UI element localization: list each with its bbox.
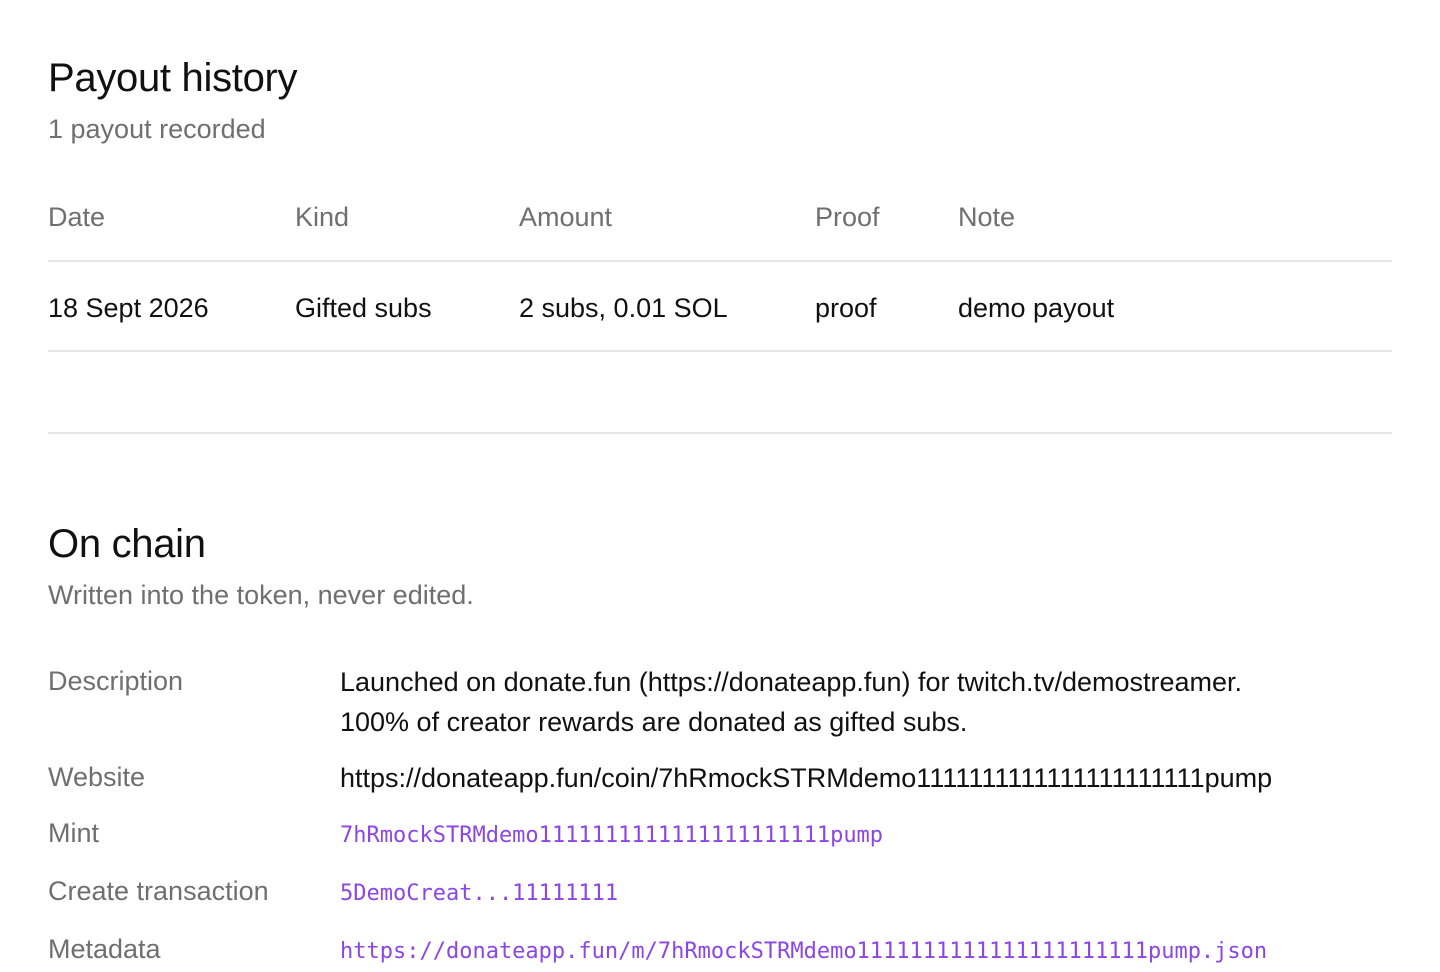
payout-note: demo payout — [958, 293, 1115, 323]
description-value: Launched on donate.fun (https://donateap… — [340, 662, 1392, 742]
metadata-label: Metadata — [48, 934, 161, 964]
website-label: Website — [48, 762, 146, 792]
proof-link[interactable]: proof — [815, 293, 877, 324]
table-header: Date Kind Amount Proof Note — [48, 172, 1392, 262]
column-header-date: Date — [48, 202, 106, 232]
column-header-note: Note — [958, 202, 1016, 232]
payout-amount: 2 subs, 0.01 SOL — [519, 293, 728, 323]
metadata-link[interactable]: https://donateapp.fun/m/7hRmockSTRMdemo1… — [340, 932, 1392, 972]
description-line-1: Launched on donate.fun (https://donateap… — [340, 667, 1243, 697]
website-value: https://donateapp.fun/coin/7hRmockSTRMde… — [340, 763, 1273, 793]
on-chain-title: On chain — [48, 522, 206, 566]
payout-count: 1 payout recorded — [48, 114, 266, 144]
payout-kind: Gifted subs — [295, 293, 432, 323]
mint-link[interactable]: 7hRmockSTRMdemo1111111111111111111111pum… — [340, 816, 1392, 856]
table-row: 18 Sept 2026 Gifted subs 2 subs, 0.01 SO… — [48, 262, 1392, 352]
description-line-2: 100% of creator rewards are donated as g… — [340, 707, 968, 737]
column-header-proof: Proof — [815, 202, 880, 232]
description-label: Description — [48, 666, 184, 696]
mint-label: Mint — [48, 818, 100, 848]
create-transaction-link[interactable]: 5DemoCreat...11111111 — [340, 874, 1392, 914]
section-divider — [48, 432, 1392, 434]
payout-date: 18 Sept 2026 — [48, 293, 209, 323]
on-chain-subtitle: Written into the token, never edited. — [48, 580, 474, 610]
payout-table: Date Kind Amount Proof Note 18 Sept 2026… — [48, 172, 1392, 352]
column-header-amount: Amount — [519, 202, 613, 232]
create-transaction-label: Create transaction — [48, 876, 269, 906]
payout-history-title: Payout history — [48, 56, 298, 100]
column-header-kind: Kind — [295, 202, 350, 232]
